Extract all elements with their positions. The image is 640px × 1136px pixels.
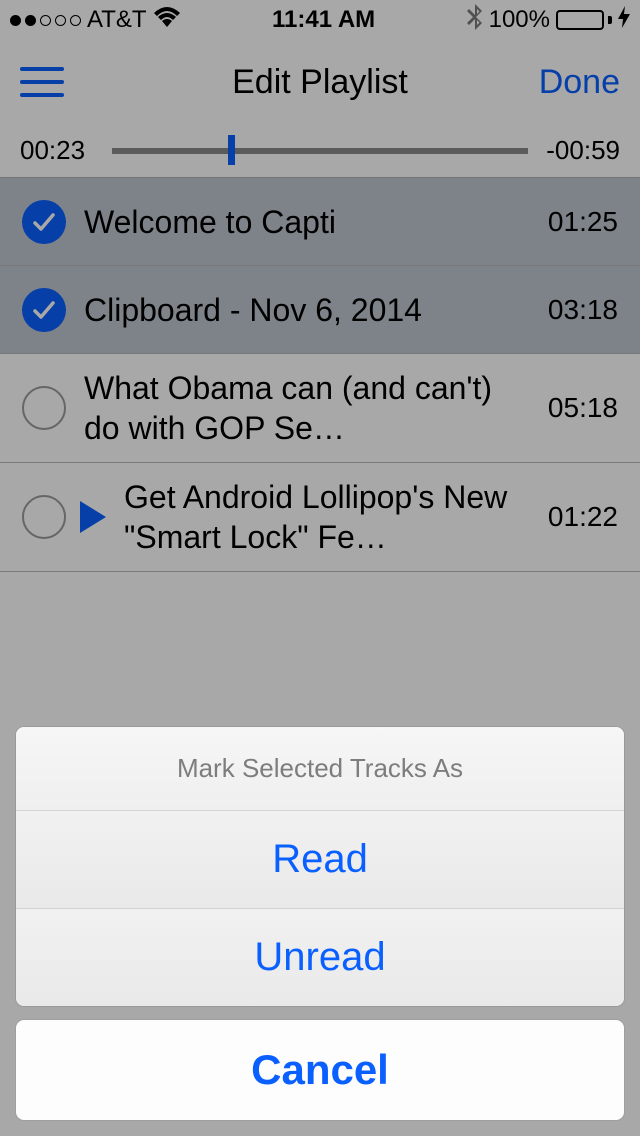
playback-progress: 00:23 -00:59	[0, 124, 640, 178]
scrubber[interactable]	[112, 141, 528, 161]
remaining-time: -00:59	[544, 135, 620, 166]
battery-pct: 100%	[489, 6, 550, 34]
track-title: What Obama can (and can't) do with GOP S…	[84, 368, 530, 448]
track-row[interactable]: Welcome to Capti 01:25	[0, 178, 640, 266]
track-title: Get Android Lollipop's New "Smart Lock" …	[124, 477, 530, 557]
track-duration: 03:18	[548, 294, 618, 326]
done-button[interactable]: Done	[539, 63, 620, 102]
bluetooth-icon	[467, 4, 483, 37]
action-sheet: Mark Selected Tracks As Read Unread Canc…	[16, 727, 624, 1120]
clock: 11:41 AM	[272, 6, 375, 34]
elapsed-time: 00:23	[20, 135, 96, 166]
page-title: Edit Playlist	[232, 63, 408, 102]
checkbox-on-icon[interactable]	[22, 200, 66, 244]
checkbox-off-icon[interactable]	[22, 495, 66, 539]
checkbox-on-icon[interactable]	[22, 288, 66, 332]
track-duration: 05:18	[548, 392, 618, 424]
track-title: Clipboard - Nov 6, 2014	[84, 290, 530, 330]
sheet-title: Mark Selected Tracks As	[16, 727, 624, 811]
track-row[interactable]: Clipboard - Nov 6, 2014 03:18	[0, 266, 640, 354]
nav-bar: Edit Playlist Done	[0, 40, 640, 124]
scrubber-thumb[interactable]	[228, 135, 235, 165]
track-row[interactable]: What Obama can (and can't) do with GOP S…	[0, 354, 640, 463]
track-row[interactable]: Get Android Lollipop's New "Smart Lock" …	[0, 463, 640, 572]
battery-icon	[556, 10, 612, 30]
charging-icon	[618, 6, 630, 34]
signal-strength-icon	[10, 15, 81, 26]
wifi-icon	[153, 6, 181, 34]
menu-button[interactable]	[20, 67, 64, 97]
mark-read-button[interactable]: Read	[16, 811, 624, 909]
carrier-label: AT&T	[87, 6, 147, 34]
track-duration: 01:22	[548, 501, 618, 533]
cancel-button[interactable]: Cancel	[16, 1020, 624, 1120]
mark-unread-button[interactable]: Unread	[16, 909, 624, 1006]
checkbox-off-icon[interactable]	[22, 386, 66, 430]
track-list: Welcome to Capti 01:25 Clipboard - Nov 6…	[0, 178, 640, 572]
track-title: Welcome to Capti	[84, 202, 530, 242]
track-duration: 01:25	[548, 206, 618, 238]
now-playing-icon	[80, 501, 106, 533]
status-bar: AT&T 11:41 AM 100%	[0, 0, 640, 40]
